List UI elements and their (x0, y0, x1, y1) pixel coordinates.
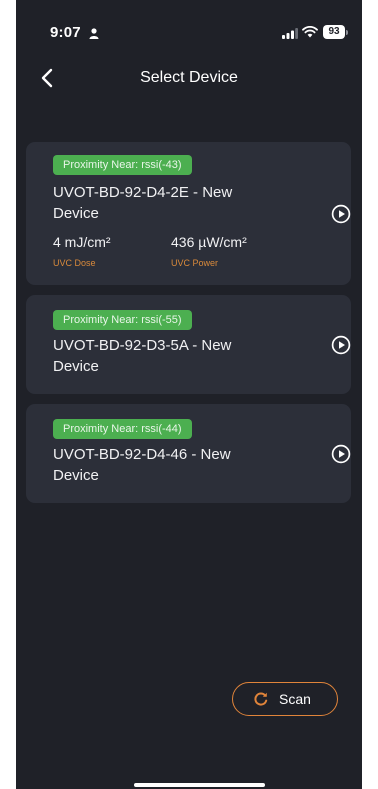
device-card[interactable]: Proximity Near: rssi(-43) UVOT-BD-92-D4-… (26, 142, 351, 285)
status-time-wrap: 9:07 (50, 24, 99, 41)
proximity-badge: Proximity Near: rssi(-55) (53, 310, 192, 330)
app-screen: 9:07 93 Select Device Proximity Near: rs… (16, 0, 362, 789)
status-bar: 9:07 93 (16, 24, 362, 44)
play-circle-icon[interactable] (331, 444, 351, 464)
device-name: UVOT-BD-92-D3-5A - New Device (53, 337, 232, 375)
uvc-dose-label: UVC Dose (53, 258, 96, 268)
device-card[interactable]: Proximity Near: rssi(-44) UVOT-BD-92-D4-… (26, 404, 351, 503)
person-icon (89, 27, 99, 39)
scan-button[interactable]: Scan (232, 682, 338, 716)
home-indicator[interactable] (134, 783, 265, 787)
refresh-icon (254, 692, 268, 706)
uvc-dose-value: 4 mJ/cm² (53, 234, 111, 250)
page-title: Select Device (140, 69, 238, 86)
proximity-badge: Proximity Near: rssi(-44) (53, 419, 192, 439)
battery-tip (346, 30, 348, 35)
device-name: UVOT-BD-92-D4-2E - New Device (53, 184, 233, 222)
uvc-power-label: UVC Power (171, 258, 219, 268)
uvc-power-value: 436 µW/cm² (171, 234, 247, 250)
battery-indicator: 93 (323, 25, 345, 39)
cellular-signal-icon (282, 28, 298, 39)
proximity-badge: Proximity Near: rssi(-43) (53, 155, 192, 175)
scan-button-label: Scan (279, 691, 311, 707)
status-time: 9:07 (50, 24, 81, 41)
wifi-icon (302, 26, 318, 38)
play-circle-icon[interactable] (331, 335, 351, 355)
device-card[interactable]: Proximity Near: rssi(-55) UVOT-BD-92-D3-… (26, 295, 351, 394)
play-circle-icon[interactable] (331, 204, 351, 224)
device-name: UVOT-BD-92-D4-46 - New Device (53, 446, 231, 484)
